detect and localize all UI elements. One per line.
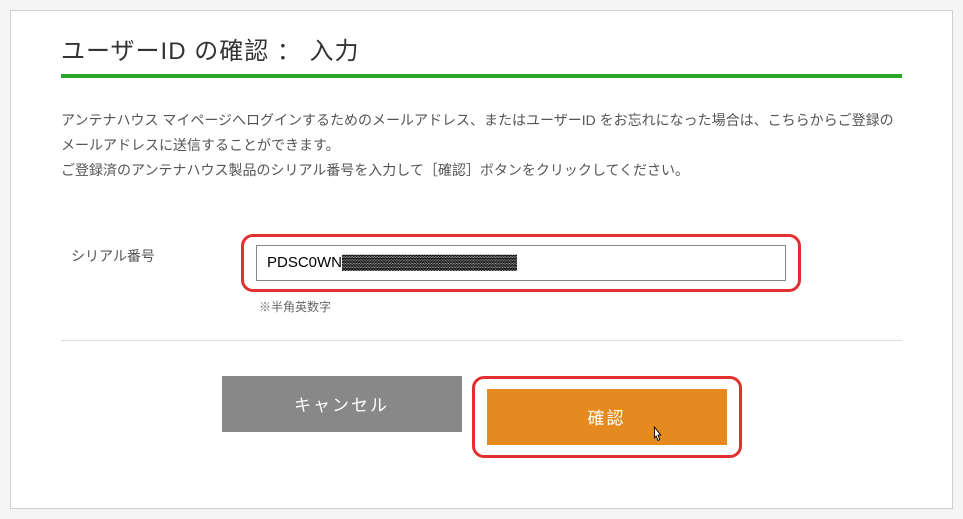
description-block: アンテナハウス マイページへログインするためのメールアドレス、またはユーザーID… — [61, 108, 902, 184]
confirm-button-label: 確認 — [588, 404, 626, 429]
cancel-button[interactable]: キャンセル — [222, 376, 462, 432]
serial-label: シリアル番号 — [61, 234, 241, 266]
serial-input[interactable] — [256, 245, 786, 281]
title-underline — [61, 74, 902, 78]
description-line-1: アンテナハウス マイページへログインするためのメールアドレス、またはユーザーID… — [61, 108, 902, 158]
confirm-button-highlight: 確認 — [472, 376, 742, 458]
confirm-button[interactable]: 確認 — [487, 389, 727, 445]
serial-form-row: シリアル番号 ※半角英数字 — [61, 234, 902, 341]
main-panel: ユーザーID の確認 ： 入力 アンテナハウス マイページへログインするためのメ… — [10, 10, 953, 509]
button-row: キャンセル 確認 — [61, 376, 902, 458]
cancel-button-label: キャンセル — [294, 391, 389, 416]
page-title: ユーザーID の確認 ： 入力 — [61, 31, 902, 74]
serial-input-highlight — [241, 234, 801, 292]
serial-hint: ※半角英数字 — [259, 298, 902, 315]
serial-input-area: ※半角英数字 — [241, 234, 902, 315]
description-line-2: ご登録済のアンテナハウス製品のシリアル番号を入力して［確認］ボタンをクリックして… — [61, 158, 902, 183]
